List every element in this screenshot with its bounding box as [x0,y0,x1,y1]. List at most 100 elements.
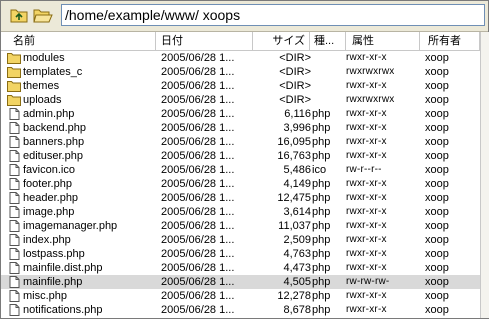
file-size: 8,678 [283,304,311,316]
folder-icon [7,80,21,92]
file-icon [7,262,21,274]
file-row[interactable]: header.php 2005/06/28 1... 12,475 php rwxr-x… [1,191,480,205]
file-date: 2005/06/28 1... [161,262,235,274]
file-row[interactable]: index.php 2005/06/28 1... 2,509 php rwxr-xr-… [1,233,480,247]
file-icon [7,108,21,120]
file-attributes: rwxr-xr-x [346,248,387,259]
file-icon [7,136,21,148]
column-attributes[interactable]: 属性 [346,32,420,50]
file-row[interactable]: mainfile.php 2005/06/28 1... 4,505 php rw-rw… [1,275,480,289]
file-date: 2005/06/28 1... [161,248,235,260]
file-row[interactable]: lostpass.php 2005/06/28 1... 4,763 php rwxr-… [1,247,480,261]
file-size: 11,037 [278,220,311,232]
file-type: php [312,150,331,162]
file-owner: xoop [425,94,449,106]
file-attributes: rwxr-xr-x [346,192,387,203]
file-date: 2005/06/28 1... [161,164,235,176]
file-owner: xoop [425,290,449,302]
file-attributes: rw-r--r-- [346,164,382,175]
file-owner: xoop [425,248,449,260]
file-owner: xoop [425,220,449,232]
file-browser-window: /home/example/www/ xoops 名前 日付 サイズ 種... … [0,0,489,319]
file-owner: xoop [425,178,449,190]
file-size: 4,763 [283,248,311,260]
file-icon [7,150,21,162]
file-size: 6,116 [284,108,311,120]
file-name: templates_c [23,66,83,78]
folder-icon [7,66,21,78]
file-name: banners.php [23,136,85,148]
file-name: favicon.ico [23,164,75,176]
file-icon [7,234,21,246]
file-type: php [312,122,331,134]
file-row[interactable]: uploads 2005/06/28 1... <DIR> rwxrwxrwx xoop [1,93,480,107]
file-owner: xoop [425,304,449,316]
file-icon [7,290,21,302]
file-row[interactable]: imagemanager.php 2005/06/28 1... 11,037 php… [1,219,480,233]
file-row[interactable]: templates_c 2005/06/28 1... <DIR> rwxrwxrwx… [1,65,480,79]
file-date: 2005/06/28 1... [161,220,235,232]
file-attributes: rwxr-xr-x [346,304,387,315]
file-date: 2005/06/28 1... [161,108,235,120]
file-attributes: rwxr-xr-x [346,150,387,161]
file-size: 12,278 [277,290,311,302]
file-owner: xoop [425,52,449,64]
column-name[interactable]: 名前 [1,32,156,50]
file-row[interactable]: themes 2005/06/28 1... <DIR> rwxr-xr-x xoop [1,79,480,93]
column-date[interactable]: 日付 [156,32,253,50]
file-date: 2005/06/28 1... [161,150,235,162]
file-row[interactable]: notifications.php 2005/06/28 1... 8,678 php… [1,303,480,317]
file-icon [7,178,21,190]
file-owner: xoop [425,234,449,246]
file-row[interactable]: footer.php 2005/06/28 1... 4,149 php rwxr-xr… [1,177,480,191]
column-size[interactable]: サイズ [253,32,310,50]
file-row[interactable]: edituser.php 2005/06/28 1... 16,763 php rwxr… [1,149,480,163]
file-type: php [312,220,331,232]
path-input[interactable]: /home/example/www/ xoops [61,4,485,26]
file-date: 2005/06/28 1... [161,178,235,190]
file-icon [7,220,21,232]
vertical-scrollbar[interactable] [480,32,489,318]
file-type: php [312,262,331,274]
file-type: ico [312,164,327,176]
file-row[interactable]: image.php 2005/06/28 1... 3,614 php rwxr-xr-… [1,205,480,219]
file-type: php [312,304,331,316]
file-type [312,93,342,107]
file-type: php [312,136,331,148]
file-date: 2005/06/28 1... [161,80,235,92]
file-name: mainfile.php [23,276,83,288]
file-row[interactable]: mainfile.dist.php 2005/06/28 1... 4,473 php… [1,261,480,275]
file-size: 4,473 [283,262,311,274]
column-owner[interactable]: 所有者 [420,32,480,50]
file-attributes: rwxr-xr-x [346,220,387,231]
file-date: 2005/06/28 1... [161,304,235,316]
file-icon [7,206,21,218]
file-size: 3,996 [283,122,311,134]
file-row[interactable]: backend.php 2005/06/28 1... 3,996 php rwxr-x… [1,121,480,135]
file-size: <DIR> [279,66,311,78]
file-date: 2005/06/28 1... [161,206,235,218]
file-row[interactable]: favicon.ico 2005/06/28 1... 5,486 ico rw-r--… [1,163,480,177]
file-row[interactable]: misc.php 2005/06/28 1... 12,278 php rwxr-xr-… [1,289,480,303]
file-date: 2005/06/28 1... [161,290,235,302]
file-attributes: rwxr-xr-x [346,80,387,91]
file-size: <DIR> [279,94,311,106]
file-row[interactable]: banners.php 2005/06/28 1... 16,095 php rwxr-… [1,135,480,149]
file-name: footer.php [23,178,72,190]
file-row[interactable]: modules 2005/06/28 1... <DIR> rwxr-xr-x xoop [1,51,480,65]
file-name: image.php [23,206,75,218]
file-name: edituser.php [23,150,83,162]
column-header: 名前 日付 サイズ 種... 属性 所有者 [1,32,480,51]
file-name: admin.php [23,108,75,120]
file-size: 4,505 [283,276,311,288]
file-owner: xoop [425,262,449,274]
file-size: 2,509 [283,234,311,246]
file-date: 2005/06/28 1... [161,66,235,78]
folder-up-icon[interactable] [9,5,29,25]
file-type: php [312,108,331,120]
file-icon [7,304,21,316]
column-type[interactable]: 種... [310,32,346,50]
file-row[interactable]: admin.php 2005/06/28 1... 6,116 php rwxr-xr-… [1,107,480,121]
folder-open-icon[interactable] [33,5,53,25]
file-owner: xoop [425,206,449,218]
